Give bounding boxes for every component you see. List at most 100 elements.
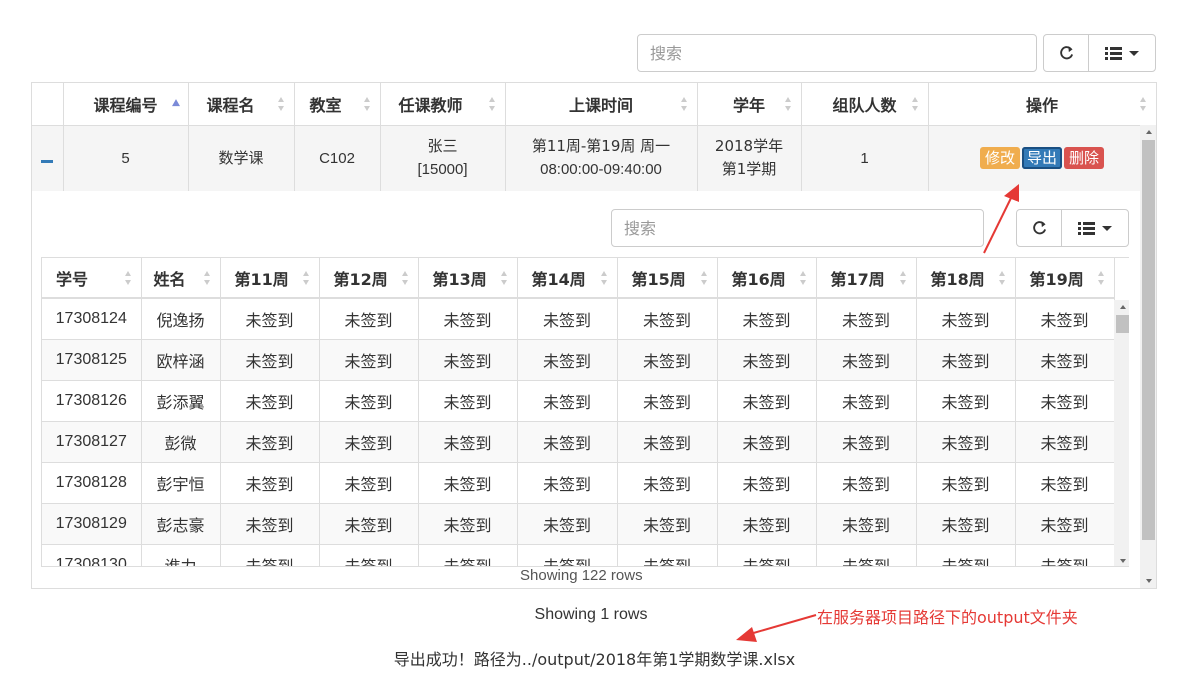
attendance-status-cell: 未签到 — [220, 421, 320, 463]
attendance-column-header[interactable]: 第17周 — [816, 258, 917, 299]
time-weeks: 第11周-第19周 周一 — [531, 137, 671, 156]
delete-button[interactable]: 删除 — [1064, 146, 1105, 169]
student-name-cell: 彭添翼 — [141, 380, 221, 422]
attendance-status-cell: 未签到 — [220, 339, 320, 381]
attendance-status-cell: 未签到 — [1015, 380, 1115, 422]
table-row: 17308128 彭宇恒 未签到 未签到 未签到 未签到 未签到 未签到 未签到 未签到 未签到 — [42, 462, 1115, 504]
detail-search-input[interactable] — [611, 209, 984, 247]
student-name-cell: 彭微 — [141, 421, 221, 463]
annotation-text: 在服务器项目路径下的output文件夹 — [817, 608, 1078, 627]
detail-toolbar-buttons — [1016, 209, 1129, 247]
collapse-toggle[interactable] — [32, 125, 64, 191]
student-id-cell: 17308125 — [42, 339, 142, 381]
time-range: 08:00:00-09:40:00 — [540, 161, 662, 179]
table-row: 17308126 彭添翼 未签到 未签到 未签到 未签到 未签到 未签到 未签到 未签到 未签到 — [42, 380, 1115, 422]
attendance-status-cell: 未签到 — [319, 544, 419, 566]
sort-icon — [500, 270, 508, 285]
student-name-cell: 欧梓涵 — [141, 339, 221, 381]
sort-icon — [1097, 270, 1105, 285]
attendance-status-cell: 未签到 — [617, 298, 718, 340]
student-name-cell: 谯力 — [141, 544, 221, 566]
attendance-column-header[interactable]: 第13周 — [418, 258, 518, 299]
attendance-status-cell: 未签到 — [220, 298, 320, 340]
attendance-column-header[interactable]: 第12周 — [319, 258, 419, 299]
attendance-status-cell: 未签到 — [517, 544, 618, 566]
attendance-column-header[interactable]: 第19周 — [1015, 258, 1115, 299]
attendance-status-cell: 未签到 — [816, 380, 917, 422]
attendance-column-header[interactable]: 第16周 — [717, 258, 817, 299]
attendance-column-header[interactable]: 第18周 — [916, 258, 1016, 299]
attendance-column-header[interactable]: 第15周 — [617, 258, 718, 299]
attendance-status-cell: 未签到 — [418, 544, 518, 566]
attendance-status-cell: 未签到 — [319, 380, 419, 422]
attendance-status-cell: 未签到 — [220, 544, 320, 566]
outer-scrollbar[interactable] — [1140, 125, 1156, 588]
attendance-status-cell: 未签到 — [717, 544, 817, 566]
attendance-status-cell: 未签到 — [617, 380, 718, 422]
refresh-icon — [1059, 45, 1073, 59]
outer-scrollbar-thumb[interactable] — [1142, 140, 1155, 540]
table-row: 17308130 谯力 未签到 未签到 未签到 未签到 未签到 未签到 未签到 未签到 未签到 — [42, 544, 1115, 566]
sort-icon — [302, 270, 310, 285]
detail-refresh-button[interactable] — [1016, 209, 1062, 247]
list-icon — [1078, 221, 1095, 235]
attendance-status-cell: 未签到 — [717, 339, 817, 381]
attendance-status-cell: 未签到 — [418, 339, 518, 381]
attendance-column-header[interactable]: 第11周 — [220, 258, 320, 299]
student-id-cell: 17308124 — [42, 298, 142, 340]
attendance-status-cell: 未签到 — [916, 339, 1016, 381]
column-header-actions[interactable]: 操作 — [928, 83, 1156, 126]
column-header-course-name[interactable]: 课程名 — [188, 83, 295, 126]
student-name-cell: 彭志豪 — [141, 503, 221, 545]
student-id-cell: 17308130 — [42, 544, 142, 566]
column-header-time[interactable]: 上课时间 — [505, 83, 698, 126]
attendance-status-cell: 未签到 — [220, 503, 320, 545]
chevron-down-icon — [1102, 225, 1112, 231]
attendance-column-header[interactable]: 学号 — [42, 258, 142, 299]
student-id-cell: 17308129 — [42, 503, 142, 545]
inner-scrollbar-thumb[interactable] — [1116, 315, 1129, 333]
actions-cell: 修改 导出 删除 — [928, 125, 1156, 191]
attendance-status-cell: 未签到 — [1015, 298, 1115, 340]
attendance-column-header[interactable]: 第14周 — [517, 258, 618, 299]
export-result-message: 导出成功！路径为../output/2018年第1学期数学课.xlsx — [393, 650, 796, 669]
attendance-column-header[interactable]: 姓名 — [141, 258, 221, 299]
attendance-table-panel: 学号 姓名 第11周 第12周 第13周 第14周 第15周 第16周 第17周 第18周 第19周… — [41, 257, 1129, 567]
sort-icon — [401, 270, 409, 285]
column-header-course-id[interactable]: 课程编号 — [63, 83, 189, 126]
attendance-status-cell: 未签到 — [418, 421, 518, 463]
student-id-cell: 17308128 — [42, 462, 142, 504]
attendance-status-cell: 未签到 — [617, 544, 718, 566]
detail-columns-button[interactable] — [1061, 209, 1129, 247]
column-header-room[interactable]: 教室 — [294, 83, 381, 126]
attendance-status-cell: 未签到 — [220, 462, 320, 504]
table-row: 17308129 彭志豪 未签到 未签到 未签到 未签到 未签到 未签到 未签到 未签到 未签到 — [42, 503, 1115, 545]
list-icon — [1105, 46, 1122, 60]
refresh-icon — [1032, 220, 1046, 234]
attendance-status-cell: 未签到 — [1015, 339, 1115, 381]
export-button[interactable]: 导出 — [1021, 146, 1062, 169]
columns-button[interactable] — [1088, 34, 1156, 72]
edit-button[interactable]: 修改 — [979, 146, 1020, 169]
column-header-year[interactable]: 学年 — [697, 83, 802, 126]
column-header-team-size[interactable]: 组队人数 — [801, 83, 929, 126]
attendance-status-cell: 未签到 — [717, 503, 817, 545]
refresh-button[interactable] — [1043, 34, 1089, 72]
attendance-status-cell: 未签到 — [319, 339, 419, 381]
attendance-status-cell: 未签到 — [717, 421, 817, 463]
inner-scrollbar[interactable] — [1114, 300, 1129, 566]
attendance-status-cell: 未签到 — [717, 298, 817, 340]
sort-asc-icon — [171, 98, 180, 106]
sort-icon — [799, 270, 807, 285]
attendance-status-cell: 未签到 — [816, 462, 917, 504]
detail-pagination-info: Showing 122 rows — [520, 567, 643, 584]
course-table-panel: 课程编号 课程名 教室 任课教师 上课时间 学年 组队人数 操作 5 数学课 C… — [31, 82, 1157, 589]
attendance-status-cell: 未签到 — [517, 462, 618, 504]
attendance-status-cell: 未签到 — [816, 298, 917, 340]
search-input[interactable] — [637, 34, 1037, 72]
attendance-status-cell: 未签到 — [816, 544, 917, 566]
column-header-teacher[interactable]: 任课教师 — [380, 83, 506, 126]
course-name-cell: 数学课 — [188, 125, 295, 191]
sort-icon — [899, 270, 907, 285]
attendance-status-cell: 未签到 — [916, 380, 1016, 422]
